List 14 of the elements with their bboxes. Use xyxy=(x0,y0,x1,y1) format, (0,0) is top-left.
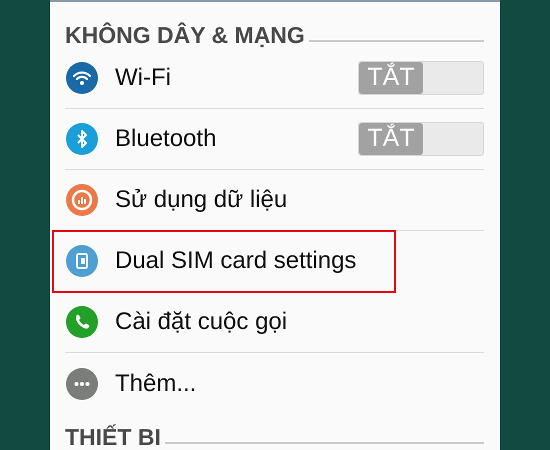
setting-label[interactable]: Sử dụng dữ liệu xyxy=(115,182,484,218)
phone-icon xyxy=(66,306,98,338)
sim-card-icon xyxy=(66,245,98,277)
bluetooth-icon xyxy=(66,123,98,155)
setting-label[interactable]: Thêm... xyxy=(115,366,484,402)
setting-label[interactable]: Cài đặt cuộc gọi xyxy=(115,304,484,340)
setting-label[interactable]: Wi-Fi xyxy=(115,60,358,96)
more-icon xyxy=(66,368,98,400)
setting-label[interactable]: Dual SIM card settings xyxy=(115,243,395,279)
wifi-icon xyxy=(66,62,98,94)
bar-chart-icon xyxy=(66,184,98,216)
section-heading: KHÔNG DÂY & MẠNG xyxy=(65,22,305,48)
section-heading: THIẾT BI xyxy=(65,424,161,450)
setting-label[interactable]: Bluetooth xyxy=(115,121,358,157)
